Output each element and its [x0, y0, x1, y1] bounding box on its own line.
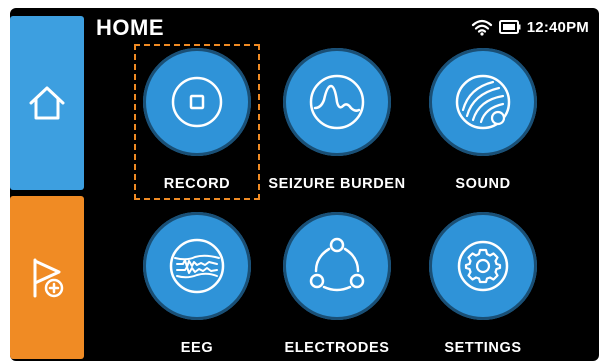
tile-sound[interactable]: SOUND [408, 48, 558, 208]
wifi-icon [471, 19, 492, 36]
tile-label: SETTINGS [444, 340, 522, 356]
clock: 12:40PM [526, 18, 589, 36]
tile-label: EEG [180, 340, 214, 356]
side-flag-button[interactable] [10, 196, 84, 359]
tile-label: SOUND [455, 176, 511, 192]
tile-electrodes[interactable]: ELECTRODES [262, 212, 412, 361]
tile-eeg[interactable]: EEG [122, 212, 272, 361]
sound-button[interactable] [429, 48, 537, 156]
tile-label: RECORD [163, 176, 231, 192]
eeg-icon [169, 238, 225, 294]
seizure-burden-icon [309, 74, 365, 130]
electrodes-icon [309, 237, 365, 292]
battery-icon [498, 20, 521, 34]
sound-icon [455, 74, 511, 130]
status-bar: 12:40PM [471, 18, 589, 36]
tile-label: SEIZURE BURDEN [268, 176, 406, 192]
side-home-button[interactable] [10, 16, 84, 190]
eeg-button[interactable] [143, 212, 251, 320]
device-frame: HOME 12:40PM RECORD SEIZURE BURDEN SOUND… [0, 0, 602, 364]
electrodes-button[interactable] [283, 212, 391, 320]
tile-settings[interactable]: SETTINGS [408, 212, 558, 361]
home-screen: HOME 12:40PM RECORD SEIZURE BURDEN SOUND… [10, 8, 599, 361]
record-button[interactable] [143, 48, 251, 156]
record-icon [171, 76, 223, 128]
flag-add-icon [33, 258, 64, 297]
tile-record[interactable]: RECORD [122, 48, 272, 208]
home-icon [29, 86, 65, 120]
settings-button[interactable] [429, 212, 537, 320]
tile-label: ELECTRODES [284, 340, 390, 356]
settings-icon [457, 240, 509, 292]
page-title: HOME [96, 15, 164, 40]
tile-seizure-burden[interactable]: SEIZURE BURDEN [262, 48, 412, 208]
seizure-burden-button[interactable] [283, 48, 391, 156]
